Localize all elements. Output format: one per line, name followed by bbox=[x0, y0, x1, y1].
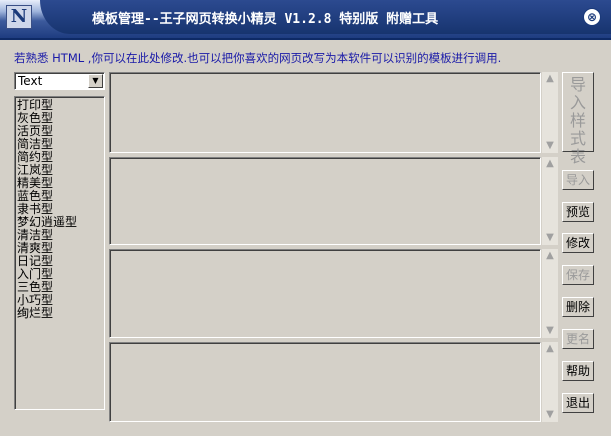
scroll-up-icon[interactable]: ▲ bbox=[542, 249, 558, 263]
scrollbar-1[interactable]: ▲ ▼ bbox=[542, 72, 558, 153]
import-style-char: 导 bbox=[569, 75, 586, 94]
rename-button[interactable]: 更名 bbox=[562, 329, 594, 349]
app-logo-icon: N bbox=[6, 5, 32, 29]
import-style-char: 样 bbox=[569, 111, 586, 130]
template-list[interactable]: 打印型 灰色型 活页型 简洁型 简约型 江岚型 精美型 蓝色型 隶书型 梦幻逍遥… bbox=[14, 96, 105, 410]
chevron-down-icon[interactable]: ▼ bbox=[88, 74, 103, 88]
scrollbar-2[interactable]: ▲ ▼ bbox=[542, 157, 558, 245]
scroll-up-icon[interactable]: ▲ bbox=[542, 72, 558, 86]
save-button[interactable]: 保存 bbox=[562, 265, 594, 285]
scrollbar-3[interactable]: ▲ ▼ bbox=[542, 249, 558, 338]
scroll-down-icon[interactable]: ▼ bbox=[542, 139, 558, 153]
hint-text: 若熟悉 HTML ,你可以在此处修改.也可以把你喜欢的网页改写为本软件可以识别的… bbox=[14, 51, 502, 65]
editor-pane-2[interactable] bbox=[109, 157, 541, 245]
editor-pane-3[interactable] bbox=[109, 249, 541, 338]
import-style-button[interactable]: 导 入 样 式 表 bbox=[562, 72, 594, 166]
scrollbar-4[interactable]: ▲ ▼ bbox=[542, 342, 558, 422]
import-button[interactable]: 导入 bbox=[562, 170, 594, 190]
import-style-char: 式 bbox=[569, 129, 586, 148]
exit-button[interactable]: 退出 bbox=[562, 393, 594, 413]
import-style-char: 表 bbox=[569, 147, 586, 166]
scroll-down-icon[interactable]: ▼ bbox=[542, 408, 558, 422]
close-icon[interactable]: ⊗ bbox=[583, 8, 601, 26]
modify-button[interactable]: 修改 bbox=[562, 233, 594, 253]
import-style-char: 入 bbox=[569, 93, 586, 112]
scroll-up-icon[interactable]: ▲ bbox=[542, 157, 558, 171]
preview-button[interactable]: 预览 bbox=[562, 202, 594, 222]
format-select-value: Text bbox=[18, 74, 43, 88]
format-select[interactable]: Text ▼ bbox=[14, 72, 105, 90]
scroll-down-icon[interactable]: ▼ bbox=[542, 324, 558, 338]
list-item[interactable]: 绚烂型 bbox=[17, 307, 102, 320]
window-title: 模板管理--王子网页转换小精灵 V1.2.8 特别版 附赠工具 bbox=[92, 12, 439, 27]
editor-pane-4[interactable] bbox=[109, 342, 541, 422]
scroll-up-icon[interactable]: ▲ bbox=[542, 342, 558, 356]
editor-pane-1[interactable] bbox=[109, 72, 541, 153]
delete-button[interactable]: 删除 bbox=[562, 297, 594, 317]
help-button[interactable]: 帮助 bbox=[562, 361, 594, 381]
scroll-down-icon[interactable]: ▼ bbox=[542, 231, 558, 245]
title-bar[interactable]: N 模板管理--王子网页转换小精灵 V1.2.8 特别版 附赠工具 ⊗ bbox=[0, 0, 611, 40]
